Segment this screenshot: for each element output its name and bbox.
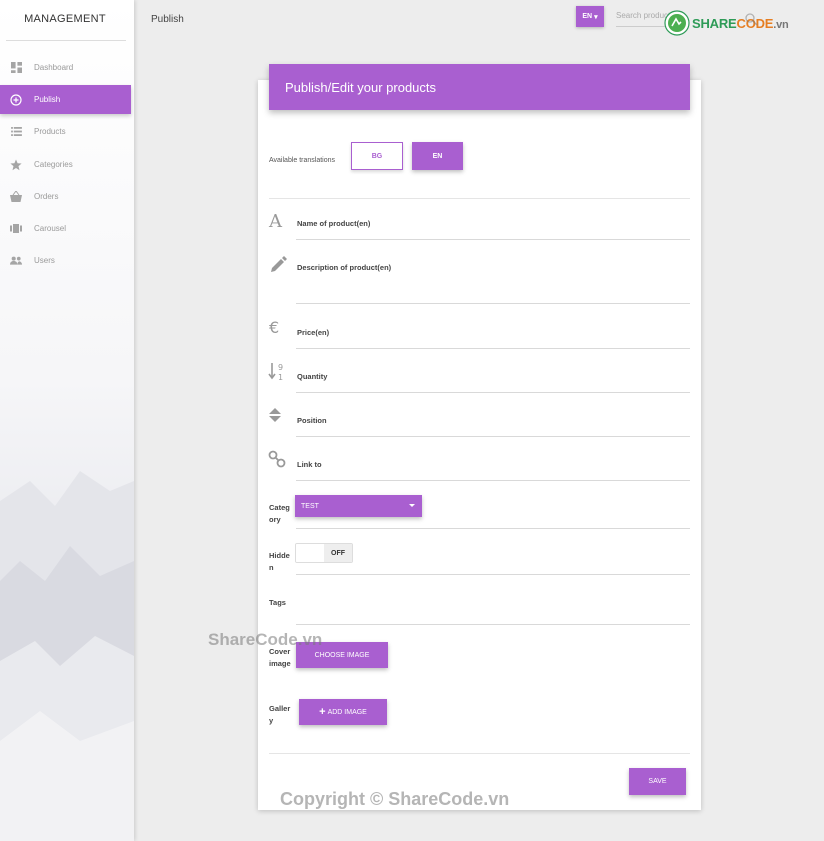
brand-divider: [6, 40, 126, 41]
translations-label: Available translations: [269, 157, 336, 164]
sidebar-item-label: Dashboard: [34, 63, 74, 72]
quantity-field[interactable]: Quantity: [297, 372, 327, 381]
add-circle-icon: [10, 93, 22, 106]
mountain-background: [0, 471, 134, 841]
name-underline: [296, 239, 690, 240]
tags-underline: [296, 624, 690, 625]
link-icon: [268, 450, 286, 468]
basket-icon: [10, 191, 22, 203]
description-underline: [296, 303, 690, 304]
category-value: TEST: [301, 502, 319, 510]
copyright-watermark: Copyright © ShareCode.vn: [280, 789, 510, 809]
name-field[interactable]: Name of product(en): [297, 219, 370, 228]
pencil-icon: [271, 256, 287, 272]
divider: [269, 198, 690, 199]
hidden-toggle[interactable]: OFF: [295, 543, 353, 563]
gallery-label: Galler y: [269, 704, 291, 725]
logo-text-share: SHARE: [692, 15, 737, 31]
svg-text:€: €: [269, 318, 279, 337]
position-field[interactable]: Position: [297, 416, 327, 425]
category-label: Categ ory: [269, 503, 290, 524]
price-field[interactable]: Price(en): [297, 328, 329, 337]
sidebar-item-label: Orders: [34, 192, 59, 201]
plus-icon: +: [319, 706, 326, 718]
save-button[interactable]: SAVE: [629, 768, 686, 795]
sidebar-item-products[interactable]: Products: [0, 117, 131, 146]
price-underline: [296, 348, 690, 349]
tags-field[interactable]: Tags: [269, 597, 295, 609]
logo-icon: [664, 10, 690, 36]
text-font-icon: A: [268, 211, 283, 231]
add-image-label: ADD IMAGE: [327, 708, 367, 716]
translation-bg-button[interactable]: BG: [351, 142, 403, 170]
svg-text:A: A: [268, 211, 283, 231]
dashboard-icon: [10, 62, 22, 74]
caret-down-icon: [409, 504, 415, 507]
hidden-underline: [296, 574, 690, 575]
divider: [269, 753, 690, 754]
svg-text:9: 9: [278, 363, 283, 372]
hidden-label: Hidde n: [269, 551, 290, 572]
sort-icon: [269, 408, 281, 422]
users-icon: [10, 255, 22, 267]
brand-title: MANAGEMENT: [24, 13, 106, 25]
logo-text-vn: .vn: [773, 18, 789, 31]
page-title: Publish/Edit your products: [285, 80, 437, 95]
sidebar-item-label: Products: [34, 127, 66, 136]
star-icon: [10, 159, 22, 171]
sharecode-logo: SHARECODE.vn: [664, 10, 789, 36]
sidebar-item-carousel[interactable]: Carousel: [0, 214, 131, 243]
sidebar-item-dashboard[interactable]: Dashboard: [0, 53, 131, 82]
sidebar-item-orders[interactable]: Orders: [0, 182, 131, 211]
sidebar-item-publish[interactable]: Publish: [0, 85, 131, 114]
sidebar-item-label: Publish: [34, 95, 61, 104]
sidebar-item-categories[interactable]: Categories: [0, 150, 131, 179]
sidebar: MANAGEMENT Dashboard Publish Products Ca…: [0, 0, 134, 841]
toggle-knob: [296, 544, 324, 562]
sidebar-item-label: Users: [34, 256, 55, 265]
euro-icon: €: [269, 318, 279, 337]
link-underline: [296, 480, 690, 481]
sidebar-item-label: Categories: [34, 160, 73, 169]
card-header: Publish/Edit your products: [269, 64, 690, 110]
breadcrumb: Publish: [151, 14, 184, 25]
sidebar-item-label: Carousel: [34, 224, 67, 233]
link-field[interactable]: Link to: [297, 460, 322, 469]
sort-numeric-icon: 9 1: [268, 363, 283, 382]
list-icon: [10, 126, 22, 138]
sidebar-item-users[interactable]: Users: [0, 246, 131, 275]
category-select[interactable]: TEST: [295, 495, 422, 517]
language-label: EN: [582, 13, 593, 20]
quantity-underline: [296, 392, 690, 393]
add-image-button[interactable]: + ADD IMAGE: [299, 699, 387, 725]
category-underline: [296, 528, 690, 529]
description-field[interactable]: Description of product(en): [297, 263, 391, 272]
chevron-down-icon: ▾: [594, 13, 598, 21]
language-dropdown[interactable]: EN ▾: [576, 6, 604, 27]
search-icon[interactable]: [744, 12, 758, 26]
toggle-state: OFF: [324, 544, 352, 562]
translation-en-button[interactable]: EN: [412, 142, 463, 170]
position-underline: [296, 436, 690, 437]
watermark: ShareCode.vn: [208, 630, 323, 649]
carousel-icon: [10, 223, 22, 235]
svg-text:1: 1: [278, 373, 283, 382]
